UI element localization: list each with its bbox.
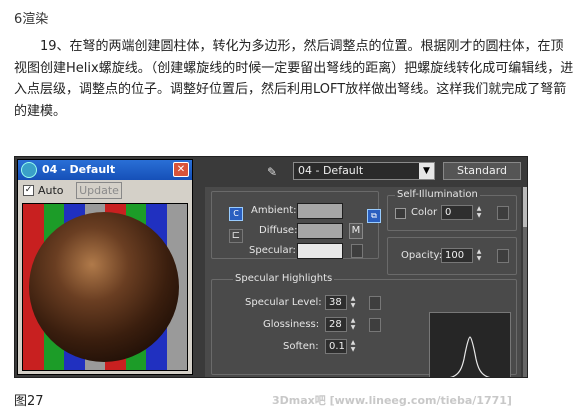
figure-caption: 图27 (14, 394, 44, 409)
material-sphere (29, 212, 179, 362)
self-illum-color-label: Color (411, 207, 438, 218)
window-title: 04 - Default (42, 163, 116, 176)
material-name-field[interactable]: 04 - Default ▼ (293, 162, 435, 180)
3dsmax-logo-icon (21, 162, 37, 178)
specular-map-button[interactable] (351, 244, 363, 258)
window-titlebar[interactable]: 04 - Default ✕ (18, 160, 192, 180)
watermark: 3Dmax吧 [www.lineeg.com/tieba/1771] (272, 394, 512, 407)
opacity-value[interactable]: 100 (441, 248, 473, 263)
eyedropper-icon[interactable]: ✎ (267, 165, 281, 179)
specular-level-value[interactable]: 38 (325, 295, 347, 310)
highlight-curve-icon (449, 336, 491, 377)
diffuse-label: Diffuse: (259, 225, 298, 236)
specular-highlights-label: Specular Highlights (233, 273, 335, 284)
lock-map-icon[interactable]: ⧉ (367, 209, 381, 223)
blinn-basic-parameters-panel: C ⊏ Ambient: Diffuse: M Specular: ⧉ Self… (205, 187, 521, 377)
ambient-label: Ambient: (251, 205, 297, 216)
auto-label: Auto (38, 184, 64, 197)
section-heading: 6渲染 (14, 12, 49, 27)
panel-scrollbar[interactable] (523, 187, 527, 377)
material-editor-screenshot: 04 - Default ✕ ✓ Auto Update ✎ 04 - Defa… (14, 156, 528, 378)
specular-level-label: Specular Level: (245, 297, 322, 308)
glossiness-value[interactable]: 28 (325, 317, 347, 332)
material-preview (22, 203, 188, 371)
soften-value[interactable]: 0.1 (325, 339, 347, 354)
self-illum-spinner-arrows[interactable]: ▲ ▼ (475, 205, 483, 220)
chevron-down-icon[interactable]: ▼ (419, 163, 434, 179)
self-illumination-label: Self-Illumination (395, 189, 480, 200)
update-button[interactable]: Update (76, 182, 122, 199)
preview-toolbar: ✓ Auto Update (18, 181, 192, 201)
self-illum-map-button[interactable] (497, 206, 509, 220)
highlight-curve-graph (429, 312, 511, 377)
opacity-label: Opacity: (401, 250, 443, 261)
specular-level-map-button[interactable] (369, 296, 381, 310)
paragraph-text: 19、在弩的两端创建圆柱体，转化为多边形，然后调整点的位置。根据刚才的圆柱体，在… (14, 39, 574, 119)
ambient-color-swatch[interactable] (297, 203, 343, 219)
diffuse-map-button[interactable]: M (349, 223, 363, 239)
lock-diffuse-specular-icon[interactable]: ⊏ (229, 229, 243, 243)
scrollbar-thumb[interactable] (523, 187, 527, 227)
glossiness-spinner-arrows[interactable]: ▲ ▼ (349, 317, 357, 332)
diffuse-color-swatch[interactable] (297, 223, 343, 239)
opacity-map-button[interactable] (497, 249, 509, 263)
glossiness-label: Glossiness: (263, 319, 320, 330)
editor-top-bar: ✎ 04 - Default ▼ Standard (197, 159, 527, 185)
material-name-value: 04 - Default (298, 164, 364, 177)
soften-spinner-arrows[interactable]: ▲ ▼ (349, 339, 357, 354)
specular-label: Specular: (249, 245, 296, 256)
close-icon[interactable]: ✕ (173, 162, 189, 177)
opacity-spinner-arrows[interactable]: ▲ ▼ (475, 248, 483, 263)
auto-checkbox[interactable]: ✓ (23, 185, 34, 196)
material-preview-window: 04 - Default ✕ ✓ Auto Update (17, 159, 193, 375)
glossiness-map-button[interactable] (369, 318, 381, 332)
material-type-button[interactable]: Standard (443, 162, 521, 180)
self-illum-value[interactable]: 0 (441, 205, 473, 220)
self-illum-color-checkbox[interactable] (395, 208, 406, 219)
specular-level-spinner-arrows[interactable]: ▲ ▼ (349, 295, 357, 310)
tutorial-paragraph: 19、在弩的两端创建圆柱体，转化为多边形，然后调整点的位置。根据刚才的圆柱体，在… (14, 36, 574, 122)
lock-ambient-diffuse-icon[interactable]: C (229, 207, 243, 221)
soften-label: Soften: (283, 341, 319, 352)
specular-color-swatch[interactable] (297, 243, 343, 259)
